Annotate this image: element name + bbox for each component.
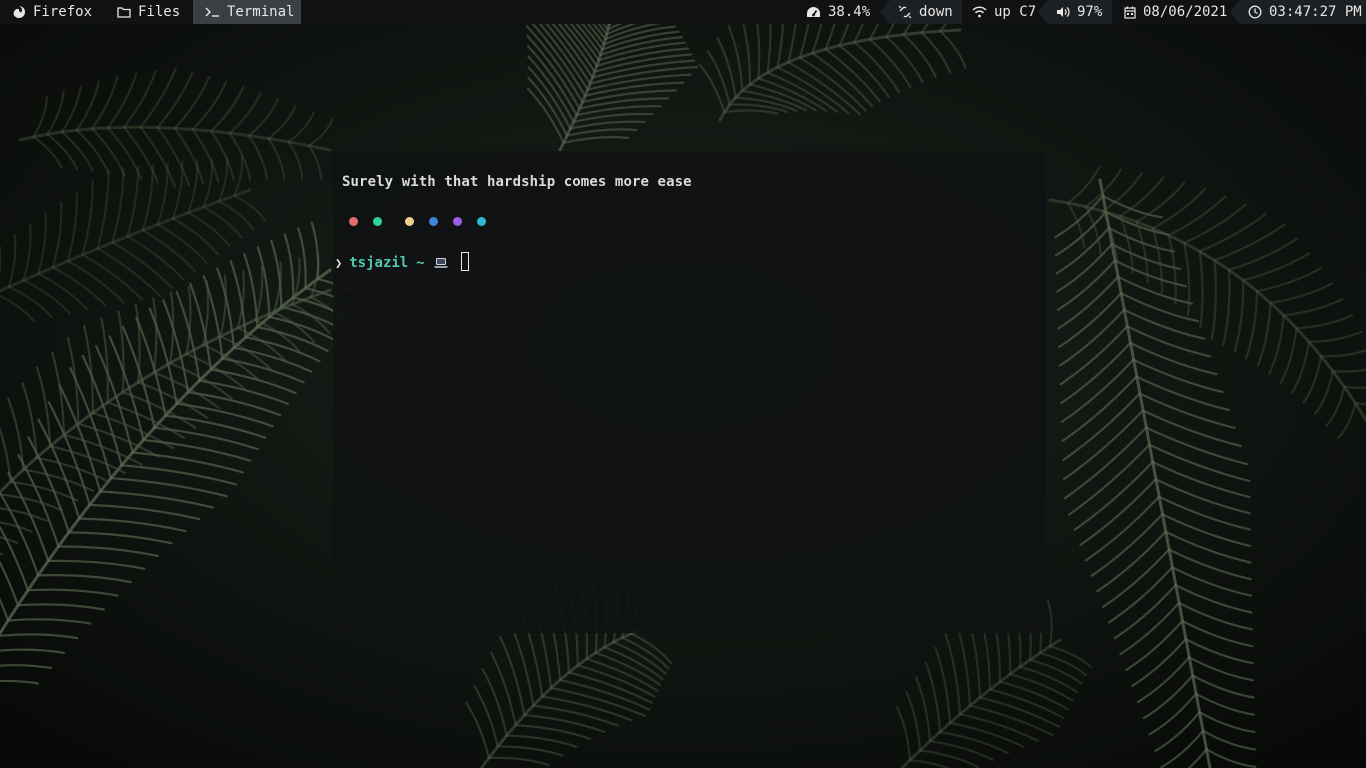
volume-icon <box>1056 6 1070 18</box>
workspace-files[interactable]: Files <box>105 0 191 24</box>
terminal-window[interactable]: Surely with that hardship comes more eas… <box>333 151 1046 633</box>
workspace-label: Files <box>138 4 181 20</box>
palette-dot-purple <box>453 217 462 226</box>
date-module[interactable]: 08/06/2021 <box>1106 0 1234 24</box>
palette-dot-yellow <box>405 217 414 226</box>
calendar-icon <box>1124 6 1136 19</box>
unlink-icon <box>898 5 912 19</box>
cpu-module[interactable]: 38.4% <box>788 0 882 24</box>
palette-dot-green <box>373 217 382 226</box>
motd-quote: Surely with that hardship comes more eas… <box>342 174 692 190</box>
prompt-user: tsjazil <box>349 255 409 271</box>
gauge-icon <box>806 6 821 19</box>
volume-module[interactable]: 97% <box>1038 0 1112 24</box>
ethernet-module[interactable]: down <box>880 0 962 24</box>
shell-prompt: ❯ tsjazil ~ <box>335 252 449 274</box>
wifi-module[interactable]: up C7 <box>954 0 1046 24</box>
folder-icon <box>117 6 131 18</box>
palette-dot-blue <box>429 217 438 226</box>
wifi-value: up C7 <box>994 4 1037 20</box>
ethernet-value: down <box>919 4 953 20</box>
workspace-label: Terminal <box>227 4 295 20</box>
date-value: 08/06/2021 <box>1143 4 1228 20</box>
palette-dot-cyan <box>477 217 486 226</box>
wifi-icon <box>972 6 987 18</box>
workspace-firefox[interactable]: Firefox <box>0 0 103 24</box>
top-bar: Firefox Files Terminal 38.4% down up C7 <box>0 0 1366 24</box>
firefox-icon <box>12 5 26 19</box>
terminal-cursor <box>461 252 469 271</box>
workspace-label: Firefox <box>33 4 93 20</box>
cpu-value: 38.4% <box>828 4 871 20</box>
prompt-arrow: ❯ <box>335 256 343 270</box>
terminal-icon <box>205 7 220 17</box>
palette-dot-red <box>349 217 358 226</box>
prompt-path: ~ <box>416 255 425 271</box>
workspace-terminal[interactable]: Terminal <box>193 0 301 24</box>
clock-icon <box>1248 5 1262 19</box>
volume-value: 97% <box>1077 4 1103 20</box>
laptop-icon <box>433 257 449 269</box>
clock-module[interactable]: 03:47:27 PM <box>1230 0 1366 24</box>
clock-value: 03:47:27 PM <box>1269 4 1362 20</box>
